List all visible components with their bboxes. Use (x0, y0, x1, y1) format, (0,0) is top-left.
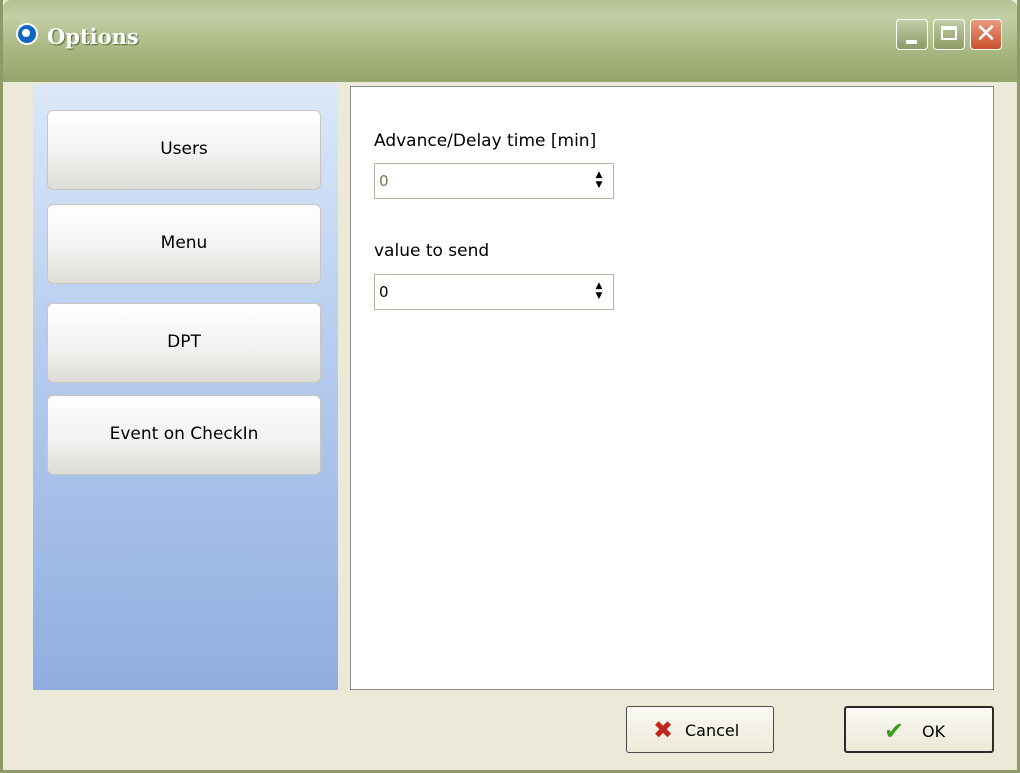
maximize-icon (941, 26, 957, 40)
checkmark-icon: ✔ (884, 717, 905, 745)
advance-delay-value[interactable]: 0 (379, 172, 389, 190)
value-to-send-spinner[interactable]: 0 ▲ ▼ (374, 274, 614, 310)
app-icon (16, 23, 38, 45)
value-to-send-label: value to send (374, 241, 490, 261)
advance-delay-label: Advance/Delay time [min] (374, 131, 597, 151)
close-button[interactable]: ✕ (970, 19, 1002, 50)
close-icon: ✕ (975, 19, 997, 49)
sidebar-item-event-on-checkin[interactable]: Event on CheckIn (47, 395, 321, 475)
sidebar: Users Menu DPT Event on CheckIn (33, 84, 338, 690)
window-title: Options (47, 24, 139, 49)
cancel-label: Cancel (685, 721, 740, 740)
options-window: Options ✕ Users Menu DPT Event on CheckI… (0, 0, 1020, 773)
sidebar-item-dpt[interactable]: DPT (47, 303, 321, 383)
spinner-arrows-icon[interactable]: ▲ ▼ (591, 171, 607, 191)
ok-label: OK (922, 722, 946, 741)
sidebar-item-users[interactable]: Users (47, 110, 321, 190)
value-to-send-value[interactable]: 0 (379, 283, 389, 301)
title-bar[interactable]: Options ✕ (3, 0, 1017, 82)
advance-delay-spinner[interactable]: 0 ▲ ▼ (374, 163, 614, 199)
cancel-button[interactable]: ✖ Cancel (626, 706, 774, 753)
options-panel: Advance/Delay time [min] 0 ▲ ▼ value to … (350, 86, 994, 690)
sidebar-item-menu[interactable]: Menu (47, 204, 321, 284)
minimize-icon (906, 40, 917, 44)
ok-button[interactable]: ✔ OK (844, 706, 994, 753)
maximize-button[interactable] (933, 19, 965, 50)
spinner-arrows-icon[interactable]: ▲ ▼ (591, 282, 607, 302)
minimize-button[interactable] (896, 19, 928, 50)
spinner-down-icon[interactable]: ▼ (591, 181, 607, 191)
cancel-x-icon: ✖ (653, 716, 674, 744)
spinner-down-icon[interactable]: ▼ (591, 292, 607, 302)
